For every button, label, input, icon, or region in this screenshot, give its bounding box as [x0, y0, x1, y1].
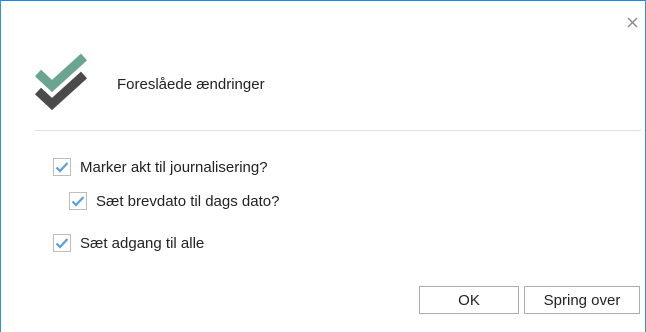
checkbox-letter-date[interactable]: [69, 192, 87, 210]
checkbox-access-all[interactable]: [53, 234, 71, 252]
option-label: Sæt brevdato til dags dato?: [96, 192, 280, 210]
header-divider: [35, 130, 641, 131]
checkmark-icon: [55, 162, 69, 173]
skip-button[interactable]: Spring over: [524, 286, 640, 314]
option-label: Sæt adgang til alle: [80, 234, 205, 252]
checkmark-icon: [71, 196, 85, 207]
close-icon: [627, 17, 638, 28]
checkmark-icon: [55, 238, 69, 249]
option-journalize[interactable]: Marker akt til journalisering?: [53, 156, 268, 178]
close-button[interactable]: [621, 11, 645, 35]
dialog-title: Foreslåede ændringer: [117, 76, 265, 93]
suggested-changes-dialog: Foreslåede ændringer Marker akt til jour…: [0, 0, 646, 332]
option-label: Marker akt til journalisering?: [80, 158, 268, 176]
checkbox-journalize[interactable]: [53, 158, 71, 176]
ok-button[interactable]: OK: [419, 286, 519, 314]
double-checkmark-icon: [34, 53, 90, 111]
option-access-all[interactable]: Sæt adgang til alle: [53, 232, 204, 254]
option-letter-date[interactable]: Sæt brevdato til dags dato?: [69, 190, 279, 212]
